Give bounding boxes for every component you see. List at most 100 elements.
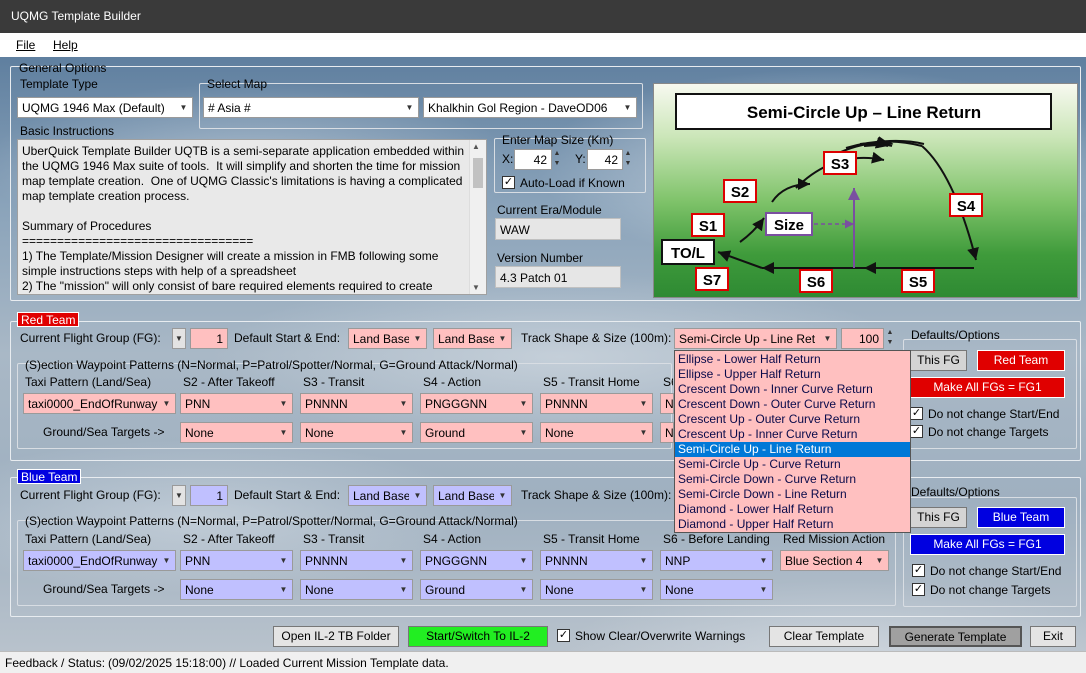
track-option[interactable]: Ellipse - Upper Half Return — [675, 367, 910, 382]
template-type-select[interactable]: UQMG 1946 Max (Default) ▼ — [17, 97, 193, 118]
exit-button[interactable]: Exit — [1030, 626, 1076, 647]
blue-team-button[interactable]: Blue Team — [977, 507, 1065, 528]
track-option[interactable]: Semi-Circle Up - Curve Return — [675, 457, 910, 472]
window-title: UQMG Template Builder — [11, 9, 141, 23]
blue-team-label: Blue Team — [17, 469, 82, 484]
red-this-fg-button[interactable]: This FG — [910, 350, 967, 371]
scroll-thumb[interactable] — [473, 158, 483, 188]
blue-start-select[interactable]: Land Base ▼ — [348, 485, 427, 506]
red-t3-select[interactable]: None ▼ — [300, 422, 413, 443]
blue-t6-select[interactable]: None ▼ — [660, 579, 773, 600]
red-fg-input[interactable]: 1 — [190, 328, 228, 349]
blue-fg-dropdown[interactable]: ▼ — [172, 485, 186, 506]
map-select[interactable]: # Asia # ▼ — [203, 97, 419, 118]
red-track-size-spinner-icon[interactable]: ▲ ▼ — [884, 328, 896, 350]
scroll-up-icon[interactable]: ▲ — [472, 142, 480, 151]
blue-s2-select[interactable]: PNN ▼ — [180, 550, 293, 571]
red-no-start-end-checkbox[interactable]: ✓ — [910, 407, 923, 420]
track-option[interactable]: Semi-Circle Down - Curve Return — [675, 472, 910, 487]
blue-t4-select[interactable]: Ground ▼ — [420, 579, 533, 600]
clear-template-button[interactable]: Clear Template — [769, 626, 879, 647]
red-start-select[interactable]: Land Base ▼ — [348, 328, 427, 349]
red-targets-label: Ground/Sea Targets -> — [43, 425, 165, 439]
show-warnings-checkbox[interactable]: ✓ — [557, 629, 570, 642]
blue-this-fg-button[interactable]: This FG — [910, 507, 967, 528]
blue-s5-select[interactable]: PNNNN ▼ — [540, 550, 653, 571]
track-option[interactable]: Diamond - Lower Half Return — [675, 502, 910, 517]
blue-red-action-select[interactable]: Blue Section 4 ▼ — [780, 550, 889, 571]
show-warnings-label: Show Clear/Overwrite Warnings — [575, 629, 746, 643]
blue-t2-select[interactable]: None ▼ — [180, 579, 293, 600]
red-s6-select[interactable]: NNP — [660, 393, 674, 414]
red-defaults-label: Defaults/Options — [911, 328, 1000, 342]
blue-t3-select[interactable]: None ▼ — [300, 579, 413, 600]
track-option[interactable]: Ellipse - Lower Half Return — [675, 352, 910, 367]
track-option[interactable]: Crescent Down - Inner Curve Return — [675, 382, 910, 397]
map-size-x-input[interactable]: 42 — [514, 149, 552, 170]
chevron-down-icon: ▼ — [515, 423, 532, 442]
red-col-s6-clip: S6 - Before Landing — [663, 375, 673, 389]
blue-fg-input[interactable]: 1 — [190, 485, 228, 506]
red-t4-select[interactable]: Ground ▼ — [420, 422, 533, 443]
red-s2-select[interactable]: PNN ▼ — [180, 393, 293, 414]
red-track-size-input[interactable]: 100 — [841, 328, 884, 349]
blue-s6-select[interactable]: NNP ▼ — [660, 550, 773, 571]
red-end-select[interactable]: Land Base ▼ — [433, 328, 512, 349]
red-s5-select[interactable]: PNNNN ▼ — [540, 393, 653, 414]
instructions-textarea[interactable]: UberQuick Template Builder UQTB is a sem… — [17, 139, 487, 295]
red-team-button[interactable]: Red Team — [977, 350, 1065, 371]
red-track-shape-select[interactable]: Semi-Circle Up - Line Ret ▼ — [674, 328, 837, 349]
blue-col-s6: S6 - Before Landing — [663, 532, 770, 546]
blue-end-select[interactable]: Land Base ▼ — [433, 485, 512, 506]
track-option[interactable]: Semi-Circle Up - Line Return — [675, 442, 910, 457]
chevron-down-icon: ▼ — [635, 580, 652, 599]
track-option[interactable]: Crescent Up - Inner Curve Return — [675, 427, 910, 442]
open-folder-button[interactable]: Open IL-2 TB Folder — [273, 626, 399, 647]
svg-text:S2: S2 — [731, 184, 749, 201]
red-s4-select[interactable]: PNGGGNN ▼ — [420, 393, 533, 414]
blue-s3-select[interactable]: PNNNN ▼ — [300, 550, 413, 571]
blue-no-start-end-checkbox[interactable]: ✓ — [912, 564, 925, 577]
generate-template-button[interactable]: Generate Template — [889, 626, 1022, 647]
red-col-s6: S6 - Before Landing — [663, 375, 673, 389]
track-option[interactable]: Crescent Up - Outer Curve Return — [675, 412, 910, 427]
region-select[interactable]: Khalkhin Gol Region - DaveOD06 ▼ — [423, 97, 637, 118]
start-switch-button[interactable]: Start/Switch To IL-2 — [408, 626, 548, 647]
scroll-down-icon[interactable]: ▼ — [472, 283, 480, 292]
menu-bar: File Help — [0, 33, 1086, 57]
x-label: X: — [502, 152, 514, 166]
blue-s4-select[interactable]: PNGGGNN ▼ — [420, 550, 533, 571]
blue-track-label: Track Shape & Size (100m): — [521, 488, 672, 502]
instructions-text: UberQuick Template Builder UQTB is a sem… — [22, 144, 464, 293]
blue-col-s4: S4 - Action — [423, 532, 482, 546]
instructions-scrollbar[interactable]: ▲ ▼ — [469, 140, 486, 294]
red-fg-dropdown[interactable]: ▼ — [172, 328, 186, 349]
blue-taxi-select[interactable]: taxi0000_EndOfRunway ▼ — [23, 550, 176, 571]
y-spinner-icon[interactable]: ▲ ▼ — [622, 149, 634, 171]
x-spinner-icon[interactable]: ▲ ▼ — [551, 149, 563, 171]
red-no-start-end-label: Do not change Start/End — [928, 407, 1060, 421]
blue-col-red-action: Red Mission Action — [783, 532, 886, 546]
red-t6-select[interactable]: None — [660, 422, 674, 443]
blue-no-targets-checkbox[interactable]: ✓ — [912, 583, 925, 596]
track-option[interactable]: Semi-Circle Down - Line Return — [675, 487, 910, 502]
red-patterns-label: (S)ection Waypoint Patterns (N=Normal, P… — [25, 358, 518, 372]
red-s3-select[interactable]: PNNNN ▼ — [300, 393, 413, 414]
track-option[interactable]: Diamond - Upper Half Return — [675, 517, 910, 532]
menu-help[interactable]: Help — [53, 38, 78, 52]
chevron-down-icon: ▼ — [515, 551, 532, 570]
track-shape-dropdown-list[interactable]: Ellipse - Lower Half Return Ellipse - Upp… — [674, 350, 911, 533]
blue-t5-select[interactable]: None ▼ — [540, 579, 653, 600]
track-option[interactable]: Crescent Down - Outer Curve Return — [675, 397, 910, 412]
blue-make-all-button[interactable]: Make All FGs = FG1 — [910, 534, 1065, 555]
red-t5-select[interactable]: None ▼ — [540, 422, 653, 443]
blue-start-end-label: Default Start & End: — [234, 488, 341, 502]
red-make-all-button[interactable]: Make All FGs = FG1 — [910, 377, 1065, 398]
red-t2-select[interactable]: None ▼ — [180, 422, 293, 443]
red-taxi-select[interactable]: taxi0000_EndOfRunway ▼ — [23, 393, 176, 414]
menu-file[interactable]: File — [16, 38, 35, 52]
red-no-targets-checkbox[interactable]: ✓ — [910, 425, 923, 438]
autoload-checkbox[interactable]: ✓ — [502, 176, 515, 189]
map-size-y-input[interactable]: 42 — [587, 149, 623, 170]
chevron-down-icon: ▼ — [755, 580, 772, 599]
